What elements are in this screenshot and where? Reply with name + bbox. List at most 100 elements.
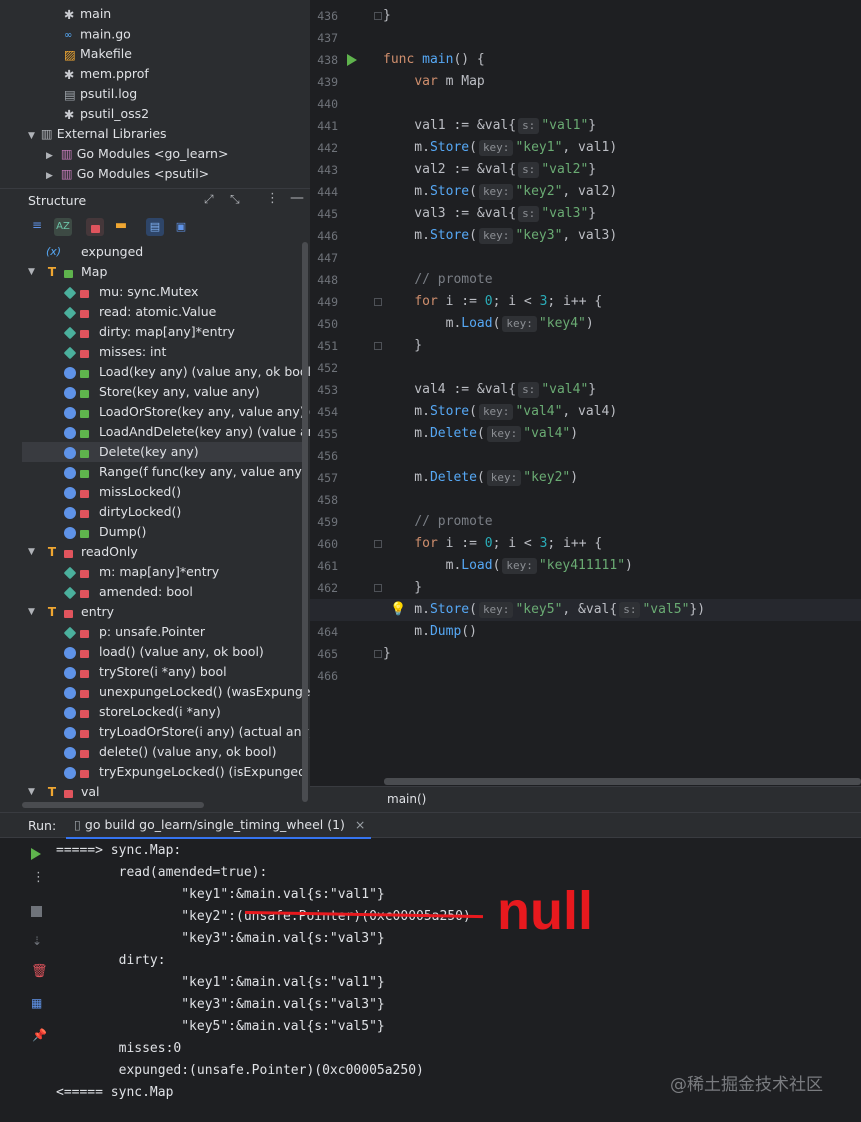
- editor-hscrollbar[interactable]: [384, 778, 861, 785]
- structure-item[interactable]: tryLoadOrStore(i any) (actual any, lo: [22, 722, 310, 742]
- code-line[interactable]: val3 := &val{s: "val3"}: [383, 203, 596, 225]
- code-line[interactable]: var m Map: [383, 71, 484, 93]
- structure-item[interactable]: dirty: map[any]*entry: [22, 322, 302, 342]
- show-private-icon[interactable]: [86, 218, 104, 236]
- code-line[interactable]: }: [383, 643, 391, 665]
- project-file[interactable]: ✱ psutil_oss2: [64, 104, 149, 124]
- fold-marker-icon[interactable]: [374, 298, 382, 306]
- structure-item[interactable]: ▼ Tentry: [22, 602, 302, 622]
- structure-item[interactable]: mu: sync.Mutex: [22, 282, 302, 302]
- structure-item[interactable]: Delete(key any): [22, 442, 302, 462]
- structure-item[interactable]: tryStore(i *any) bool: [22, 662, 302, 682]
- module-icon: ▥: [60, 146, 73, 161]
- structure-item[interactable]: ▼ T Map: [22, 262, 302, 282]
- code-line[interactable]: for i := 0; i < 3; i++ {: [383, 533, 602, 555]
- structure-item[interactable]: Store(key any, value any): [22, 382, 302, 402]
- sort-by-type-icon[interactable]: ≡: [28, 218, 46, 236]
- code-line[interactable]: val4 := &val{s: "val4"}: [383, 379, 596, 401]
- chevron-down-icon[interactable]: ▼: [28, 782, 35, 802]
- stop-icon[interactable]: [31, 906, 42, 917]
- code-line[interactable]: m.Store(key: "key2", val2): [383, 181, 617, 203]
- external-label: External Libraries: [56, 126, 167, 141]
- chevron-down-icon[interactable]: ▼: [28, 602, 35, 622]
- navigate-icon[interactable]: ▣: [172, 218, 190, 236]
- code-line[interactable]: for i := 0; i < 3; i++ {: [383, 291, 602, 313]
- project-file[interactable]: ▨ Makefile: [64, 44, 132, 64]
- show-files-icon[interactable]: ▬: [112, 218, 130, 236]
- go-module[interactable]: ▶ ▥ Go Modules <go_learn>: [46, 144, 228, 164]
- code-line[interactable]: m.Delete(key: "key2"): [383, 467, 578, 489]
- structure-item[interactable]: Dump(): [22, 522, 302, 542]
- structure-item[interactable]: misses: int: [22, 342, 302, 362]
- structure-item[interactable]: delete() (value any, ok bool): [22, 742, 302, 762]
- code-line[interactable]: m.Dump(): [383, 621, 477, 643]
- structure-item[interactable]: storeLocked(i *any): [22, 702, 302, 722]
- project-file[interactable]: ∞ main.go: [64, 24, 131, 44]
- code-line[interactable]: // promote: [383, 269, 492, 291]
- structure-item[interactable]: unexpungeLocked() (wasExpunged b: [22, 682, 310, 702]
- structure-item[interactable]: read: atomic.Value: [22, 302, 302, 322]
- structure-item[interactable]: load() (value any, ok bool): [22, 642, 302, 662]
- code-line[interactable]: func main() {: [383, 49, 485, 71]
- breadcrumb-item[interactable]: main(): [387, 792, 426, 806]
- more-icon[interactable]: ⋮: [32, 870, 45, 885]
- rerun-icon[interactable]: [31, 848, 41, 860]
- code-line[interactable]: m.Load(key: "key411111"): [383, 555, 633, 577]
- project-file[interactable]: ▤ psutil.log: [64, 84, 137, 104]
- go-module[interactable]: ▶ ▥ Go Modules <psutil>: [46, 164, 209, 184]
- project-file[interactable]: ✱ main: [64, 4, 111, 24]
- expand-icon[interactable]: ⤢: [204, 192, 214, 207]
- structure-item[interactable]: LoadAndDelete(key any) (value any,: [22, 422, 310, 442]
- code-line[interactable]: }: [383, 577, 422, 599]
- run-gutter-icon[interactable]: [347, 54, 357, 66]
- structure-hscrollbar[interactable]: [22, 802, 204, 808]
- structure-item[interactable]: p: unsafe.Pointer: [22, 622, 302, 642]
- show-inherited-icon[interactable]: ▤: [146, 218, 164, 236]
- code-line[interactable]: m.Store(key: "key5", &val{s: "val5"}): [383, 599, 705, 621]
- structure-item[interactable]: ▼ TreadOnly: [22, 542, 302, 562]
- collapse-icon[interactable]: ⤡: [230, 192, 240, 207]
- structure-item[interactable]: amended: bool: [22, 582, 302, 602]
- structure-item[interactable]: tryExpungeLocked() (isExpunged bo: [22, 762, 310, 782]
- fold-marker-icon[interactable]: [374, 12, 382, 20]
- project-file[interactable]: ✱ mem.pprof: [64, 64, 149, 84]
- code-line[interactable]: m.Store(key: "key3", val3): [383, 225, 617, 247]
- code-line[interactable]: }: [383, 335, 422, 357]
- code-line[interactable]: val1 := &val{s: "val1"}: [383, 115, 596, 137]
- clear-icon[interactable]: 🗑: [31, 964, 48, 979]
- code-editor[interactable]: 436} 437 438 func main() {439 var m Map 440 4…: [310, 0, 861, 786]
- pin-icon[interactable]: 📌: [32, 1028, 47, 1042]
- sort-alpha-icon[interactable]: AZ: [54, 218, 72, 236]
- code-line[interactable]: val2 := &val{s: "val2"}: [383, 159, 596, 181]
- structure-item[interactable]: ▼ Tval: [22, 782, 302, 802]
- structure-item[interactable]: missLocked(): [22, 482, 302, 502]
- file-label: psutil_oss2: [80, 106, 150, 121]
- fold-marker-icon[interactable]: [374, 584, 382, 592]
- structure-item[interactable]: LoadOrStore(key any, value any) (ac: [22, 402, 310, 422]
- structure-item[interactable]: dirtyLocked(): [22, 502, 302, 522]
- code-line[interactable]: m.Load(key: "key4"): [383, 313, 594, 335]
- run-tab[interactable]: ▯ go build go_learn/single_timing_wheel (…: [66, 813, 372, 839]
- fold-marker-icon[interactable]: [374, 342, 382, 350]
- line-number: 454: [317, 405, 338, 419]
- structure-item[interactable]: m: map[any]*entry: [22, 562, 302, 582]
- more-options-icon[interactable]: ⋮: [266, 191, 279, 206]
- code-line[interactable]: m.Store(key: "val4", val4): [383, 401, 617, 423]
- structure-item[interactable]: Range(f func(key any, value any) boo: [22, 462, 310, 482]
- fold-marker-icon[interactable]: [374, 540, 382, 548]
- close-tab-icon[interactable]: ×: [355, 817, 365, 832]
- code-line[interactable]: m.Delete(key: "val4"): [383, 423, 578, 445]
- structure-item[interactable]: Load(key any) (value any, ok bool): [22, 362, 310, 382]
- structure-scrollbar[interactable]: [302, 242, 308, 802]
- fold-marker-icon[interactable]: [374, 650, 382, 658]
- external-libraries[interactable]: ▼ ▥ External Libraries: [28, 124, 167, 144]
- chevron-down-icon[interactable]: ▼: [28, 542, 35, 562]
- structure-item[interactable]: (x) expunged: [22, 242, 302, 262]
- code-line[interactable]: m.Store(key: "key1", val1): [383, 137, 617, 159]
- code-line[interactable]: // promote: [383, 511, 492, 533]
- chevron-down-icon[interactable]: ▼: [28, 262, 35, 282]
- code-line[interactable]: }: [383, 5, 391, 27]
- minimize-icon[interactable]: —: [290, 190, 304, 206]
- scroll-end-icon[interactable]: ⇣: [32, 934, 42, 948]
- layout-icon[interactable]: ▦: [31, 996, 42, 1010]
